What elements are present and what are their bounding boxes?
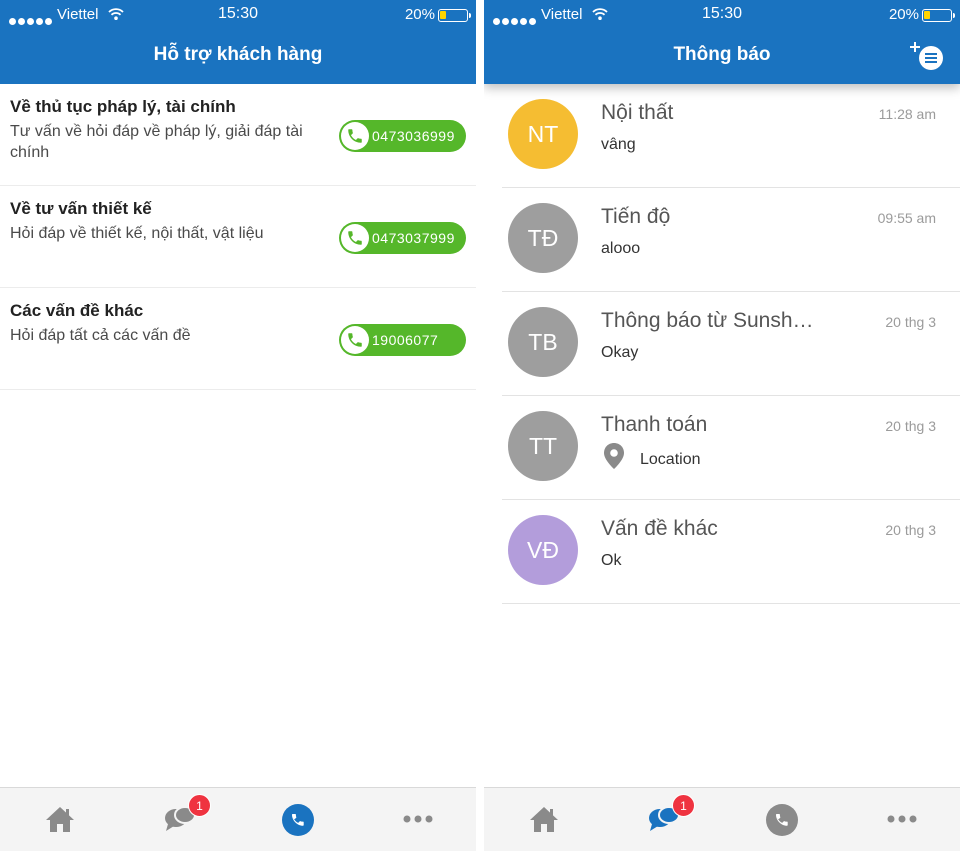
notification-message: Location [640, 451, 701, 468]
tab-chat[interactable]: 1 [119, 788, 238, 851]
tab-bar: 1 [484, 787, 960, 851]
notification-time: 20 thg 3 [885, 418, 936, 434]
notification-time: 20 thg 3 [885, 522, 936, 538]
support-item-title: Về tư vấn thiết kế [10, 199, 152, 218]
notification-title: Thanh toán [601, 413, 708, 436]
tab-home[interactable] [0, 788, 119, 851]
tab-home[interactable] [484, 788, 603, 851]
notifications-screen: Viettel 15:30 20% Thông báo NT Nội thất … [484, 0, 960, 851]
screen-divider [476, 0, 484, 851]
tab-bar: 1 [0, 787, 476, 851]
tab-more[interactable] [841, 788, 960, 851]
notification-message: alooo [601, 240, 641, 257]
avatar: TĐ [508, 203, 578, 273]
support-screen: Viettel 15:30 20% Hỗ trợ khách hàng Về t… [0, 0, 476, 851]
home-icon [530, 807, 558, 832]
phone-number: 0473036999 [372, 128, 455, 144]
more-icon [887, 815, 917, 823]
page-title: Thông báo [673, 44, 771, 65]
tab-phone[interactable] [238, 788, 357, 851]
notification-title: Tiến độ [601, 205, 671, 228]
phone-number: 0473037999 [372, 230, 455, 246]
notification-title: Vấn đề khác [601, 517, 718, 540]
phone-icon [766, 804, 798, 836]
notification-title: Thông báo từ Sunsh… [601, 309, 814, 332]
unread-badge: 1 [188, 794, 211, 817]
notification-message: Okay [601, 344, 639, 361]
more-icon [403, 815, 433, 823]
new-message-icon[interactable] [910, 40, 944, 72]
status-bar: Viettel 15:30 20% [484, 0, 960, 30]
support-item-legal: Về thủ tục pháp lý, tài chính Tư vấn về … [0, 84, 476, 186]
battery-percent: 20% [404, 6, 435, 23]
notification-item[interactable]: NT Nội thất 11:28 am vâng [502, 84, 960, 188]
tab-more[interactable] [357, 788, 476, 851]
phone-number: 19006077 [372, 332, 439, 348]
call-button[interactable]: 19006077 [339, 324, 466, 356]
header-bar: Viettel 15:30 20% Thông báo [484, 0, 960, 84]
support-item-other: Các vấn đề khác Hỏi đáp tất cả các vấn đ… [0, 288, 476, 390]
battery-icon [922, 9, 955, 22]
notification-time: 11:28 am [878, 106, 936, 122]
phone-icon [341, 326, 369, 354]
notification-item[interactable]: TT Thanh toán 20 thg 3 Location [502, 396, 960, 500]
notification-message: vâng [601, 136, 636, 153]
status-bar: Viettel 15:30 20% [0, 0, 476, 30]
notification-time: 20 thg 3 [885, 314, 936, 330]
notification-title: Nội thất [601, 101, 674, 124]
home-icon [46, 807, 74, 832]
avatar: NT [508, 99, 578, 169]
support-item-title: Về thủ tục pháp lý, tài chính [10, 97, 236, 116]
support-item-desc: Hỏi đáp về thiết kế, nội thất, vật liệu [10, 225, 264, 242]
phone-icon [341, 224, 369, 252]
phone-icon [282, 804, 314, 836]
header-bar: Viettel 15:30 20% Hỗ trợ khách hàng [0, 0, 476, 84]
notification-item[interactable]: TĐ Tiến độ 09:55 am alooo [502, 188, 960, 292]
tab-phone[interactable] [722, 788, 841, 851]
notification-message: Ok [601, 552, 622, 569]
battery-percent: 20% [888, 6, 919, 23]
support-item-design: Về tư vấn thiết kế Hỏi đáp về thiết kế, … [0, 186, 476, 288]
phone-icon [341, 122, 369, 150]
page-title: Hỗ trợ khách hàng [153, 44, 323, 65]
support-item-desc: Tư vấn về hỏi đáp về pháp lý, giải đáp t… [10, 123, 303, 161]
notification-item[interactable]: TB Thông báo từ Sunsh… 20 thg 3 Okay [502, 292, 960, 396]
unread-badge: 1 [672, 794, 695, 817]
support-item-title: Các vấn đề khác [10, 301, 144, 320]
call-button[interactable]: 0473036999 [339, 120, 466, 152]
avatar: TT [508, 411, 578, 481]
call-button[interactable]: 0473037999 [339, 222, 466, 254]
avatar: TB [508, 307, 578, 377]
notification-item[interactable]: VĐ Vấn đề khác 20 thg 3 Ok [502, 500, 960, 604]
location-pin-icon [604, 443, 624, 469]
battery-icon [438, 9, 471, 22]
tab-chat[interactable]: 1 [603, 788, 722, 851]
notification-time: 09:55 am [877, 210, 936, 226]
support-item-desc: Hỏi đáp tất cả các vấn đề [10, 327, 191, 344]
avatar: VĐ [508, 515, 578, 585]
